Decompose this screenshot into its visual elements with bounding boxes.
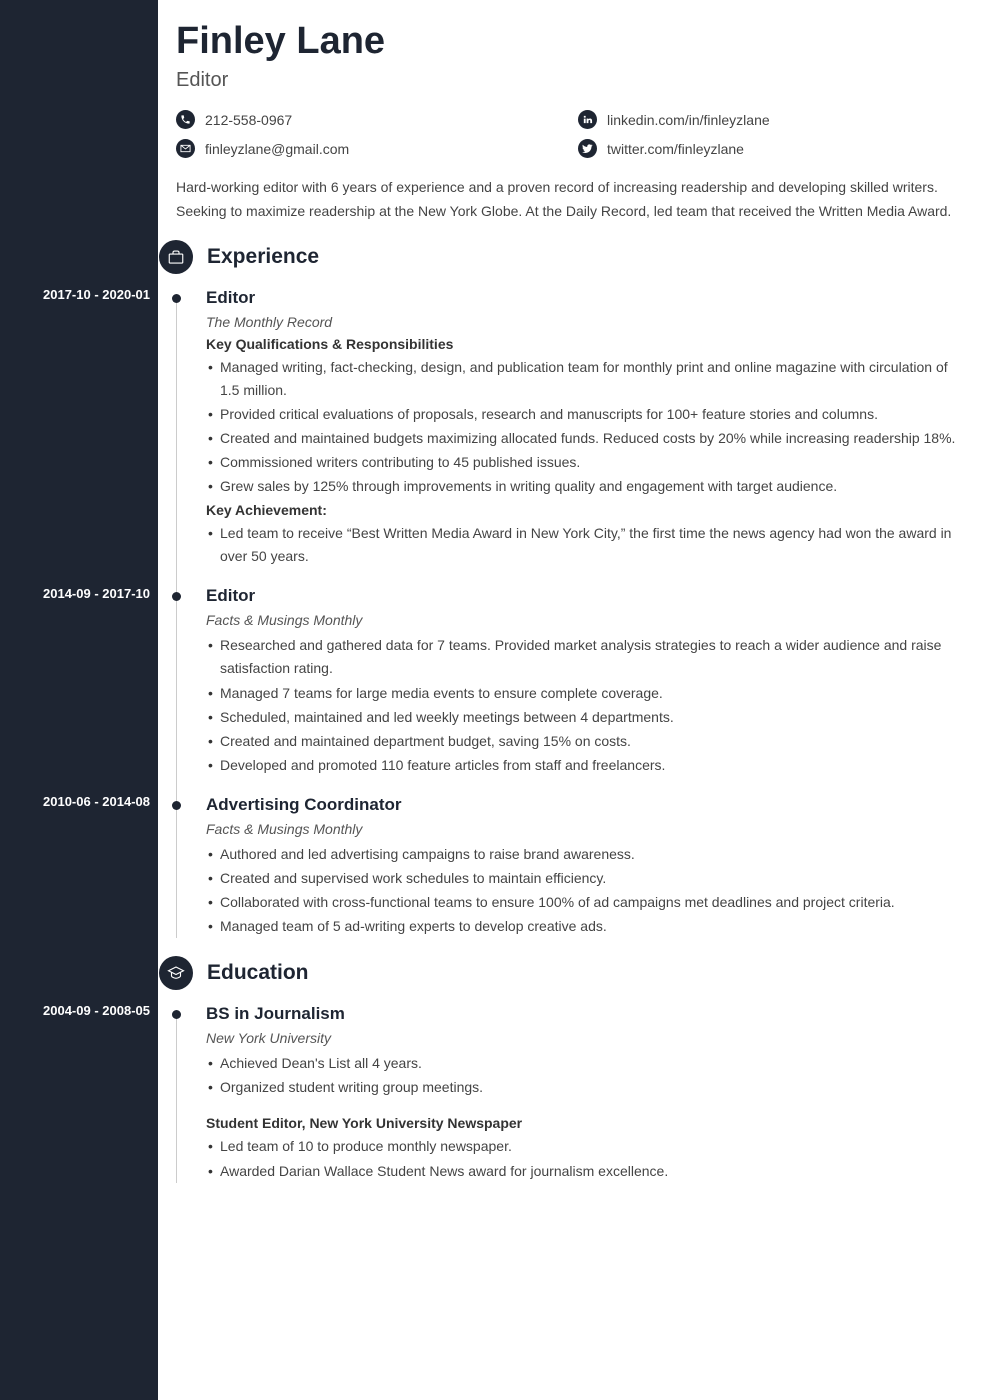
candidate-name: Finley Lane — [176, 20, 960, 63]
date-range: 2010-06 - 2014-08 — [43, 794, 150, 809]
twitter-text: twitter.com/finleyzlane — [607, 141, 744, 157]
bullet: Created and maintained budgets maximizin… — [206, 427, 960, 450]
job-company: Facts & Musings Monthly — [206, 821, 960, 837]
contact-email: finleyzlane@gmail.com — [176, 139, 558, 158]
experience-section-header: Experience — [159, 240, 960, 274]
bullet: Led team of 10 to produce monthly newspa… — [206, 1135, 960, 1158]
email-icon — [176, 139, 195, 158]
experience-title: Experience — [207, 245, 319, 269]
sidebar: 2017-10 - 2020-01 2014-09 - 2017-10 2010-0… — [0, 0, 158, 1400]
experience-entry: Editor The Monthly Record Key Qualificat… — [206, 288, 960, 569]
timeline-dot — [172, 294, 181, 303]
contact-linkedin: linkedin.com/in/finleyzlane — [578, 110, 960, 129]
bullet: Created and maintained department budget… — [206, 730, 960, 753]
bullet: Commissioned writers contributing to 45 … — [206, 451, 960, 474]
education-bullets: Led team of 10 to produce monthly newspa… — [206, 1135, 960, 1182]
bullet: Provided critical evaluations of proposa… — [206, 403, 960, 426]
job-company: Facts & Musings Monthly — [206, 612, 960, 628]
bullet: Awarded Darian Wallace Student News awar… — [206, 1160, 960, 1183]
bullet: Developed and promoted 110 feature artic… — [206, 754, 960, 777]
job-subhead: Key Achievement: — [206, 502, 960, 518]
job-bullets: Authored and led advertising campaigns t… — [206, 843, 960, 938]
bullet: Managed writing, fact-checking, design, … — [206, 356, 960, 402]
bullet: Scheduled, maintained and led weekly mee… — [206, 706, 960, 729]
education-timeline: BS in Journalism New York University Ach… — [176, 1004, 960, 1182]
bullet: Managed team of 5 ad-writing experts to … — [206, 915, 960, 938]
linkedin-text: linkedin.com/in/finleyzlane — [607, 112, 770, 128]
education-entry: BS in Journalism New York University Ach… — [206, 1004, 960, 1182]
date-range: 2017-10 - 2020-01 — [43, 287, 150, 302]
bullet: Managed 7 teams for large media events t… — [206, 682, 960, 705]
bullet: Collaborated with cross-functional teams… — [206, 891, 960, 914]
experience-entry: Editor Facts & Musings Monthly Researche… — [206, 586, 960, 777]
bullet: Achieved Dean's List all 4 years. — [206, 1052, 960, 1075]
job-company: The Monthly Record — [206, 314, 960, 330]
candidate-title: Editor — [176, 69, 960, 92]
job-title: Editor — [206, 586, 960, 606]
job-bullets: Managed writing, fact-checking, design, … — [206, 356, 960, 499]
phone-text: 212-558-0967 — [205, 112, 292, 128]
bullet: Researched and gathered data for 7 teams… — [206, 634, 960, 680]
contact-grid: 212-558-0967 linkedin.com/in/finleyzlane… — [176, 110, 960, 158]
job-bullets: Led team to receive “Best Written Media … — [206, 522, 960, 568]
twitter-icon — [578, 139, 597, 158]
job-bullets: Researched and gathered data for 7 teams… — [206, 634, 960, 777]
email-text: finleyzlane@gmail.com — [205, 141, 349, 157]
bullet: Authored and led advertising campaigns t… — [206, 843, 960, 866]
timeline-dot — [172, 592, 181, 601]
contact-phone: 212-558-0967 — [176, 110, 558, 129]
bullet: Led team to receive “Best Written Media … — [206, 522, 960, 568]
job-subhead: Key Qualifications & Responsibilities — [206, 336, 960, 352]
education-title: Education — [207, 961, 309, 985]
linkedin-icon — [578, 110, 597, 129]
briefcase-icon — [159, 240, 193, 274]
main-content: Finley Lane Editor 212-558-0967 linkedin… — [158, 0, 990, 1400]
job-title: Editor — [206, 288, 960, 308]
date-range: 2004-09 - 2008-05 — [43, 1003, 150, 1018]
summary-text: Hard-working editor with 6 years of expe… — [176, 176, 960, 224]
graduation-cap-icon — [159, 956, 193, 990]
date-range: 2014-09 - 2017-10 — [43, 586, 150, 601]
timeline-dot — [172, 801, 181, 810]
job-title: Advertising Coordinator — [206, 795, 960, 815]
experience-entry: Advertising Coordinator Facts & Musings … — [206, 795, 960, 938]
bullet: Organized student writing group meetings… — [206, 1076, 960, 1099]
contact-twitter: twitter.com/finleyzlane — [578, 139, 960, 158]
timeline-dot — [172, 1010, 181, 1019]
bullet: Grew sales by 125% through improvements … — [206, 475, 960, 498]
experience-timeline: Editor The Monthly Record Key Qualificat… — [176, 288, 960, 939]
school-name: New York University — [206, 1030, 960, 1046]
bullet: Created and supervised work schedules to… — [206, 867, 960, 890]
degree-title: BS in Journalism — [206, 1004, 960, 1024]
education-section-header: Education — [159, 956, 960, 990]
education-subhead: Student Editor, New York University News… — [206, 1115, 960, 1131]
education-bullets: Achieved Dean's List all 4 years. Organi… — [206, 1052, 960, 1099]
phone-icon — [176, 110, 195, 129]
